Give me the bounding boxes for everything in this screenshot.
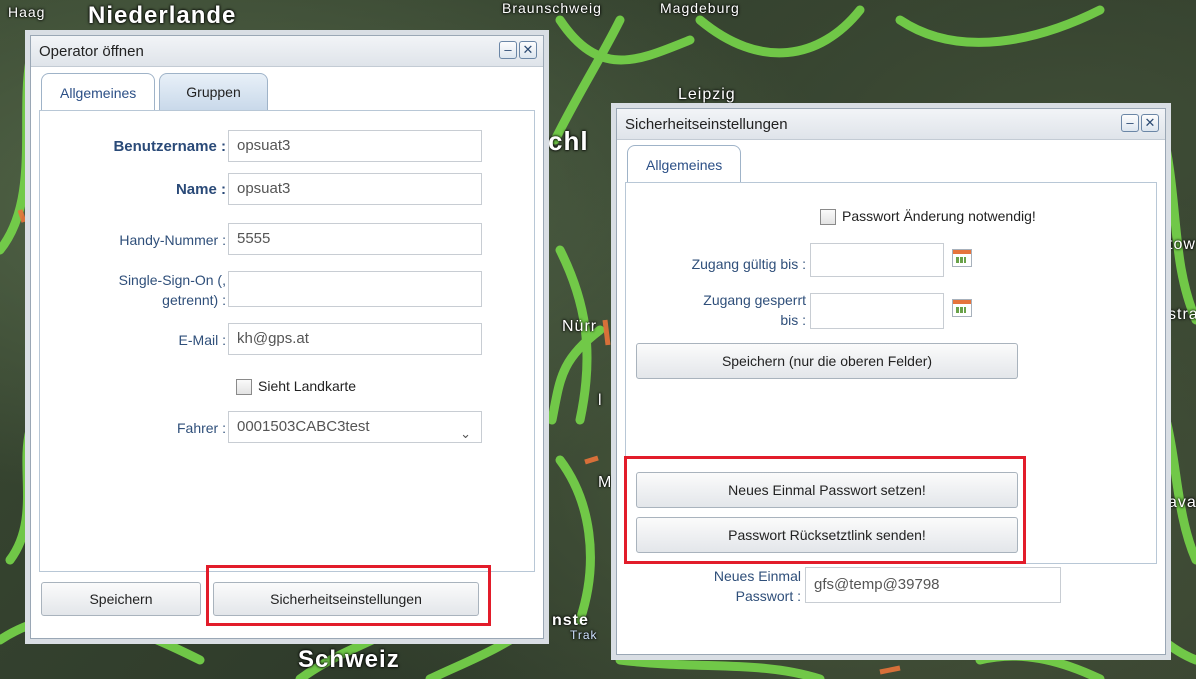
calendar-icon[interactable]	[952, 299, 972, 317]
close-icon[interactable]: ✕	[1141, 114, 1159, 132]
map-label-ch: chl	[548, 126, 589, 156]
tab-gruppen[interactable]: Gruppen	[159, 73, 268, 110]
otp-field[interactable]: gfs@temp@39798	[805, 567, 1061, 603]
chevron-down-icon: ⌄	[460, 426, 471, 441]
operator-window-title: Operator öffnen	[39, 42, 144, 60]
map-label-nurn: Nürr	[562, 318, 598, 335]
locked-until-field[interactable]	[810, 293, 944, 329]
password-change-checkbox[interactable]	[820, 209, 836, 225]
map-label-ava: ava	[1168, 494, 1196, 511]
driver-label: Fahrer :	[176, 420, 226, 436]
email-label: E-Mail :	[178, 332, 226, 348]
map-label-l: l	[598, 392, 603, 409]
minimize-icon[interactable]: –	[499, 41, 517, 59]
map-label-stra: stra	[1168, 306, 1196, 323]
close-icon[interactable]: ✕	[519, 41, 537, 59]
name-label: Name :	[175, 181, 226, 198]
calendar-icon[interactable]	[952, 249, 972, 267]
minimize-icon[interactable]: –	[1121, 114, 1139, 132]
save-top-fields-button[interactable]: Speichern (nur die oberen Felder)	[636, 343, 1018, 379]
password-change-label: Passwort Änderung notwendig!	[842, 208, 1036, 224]
sso-label-line2: getrennt) :	[162, 292, 226, 308]
map-label-tow: tow	[1168, 236, 1196, 253]
otp-label-line1: Neues Einmal	[713, 568, 801, 584]
map-label-m: M	[598, 474, 613, 491]
highlight-box-security-button	[206, 565, 491, 626]
map-checkbox-label: Sieht Landkarte	[258, 378, 357, 394]
valid-until-label: Zugang gültig bis :	[691, 256, 806, 272]
username-field[interactable]: opsuat3	[228, 130, 482, 162]
phone-field[interactable]: 5555	[228, 223, 482, 255]
otp-label-line2: Passwort :	[735, 588, 801, 604]
tab-allgemeines[interactable]: Allgemeines	[41, 73, 156, 111]
operator-tab-panel: Benutzername : opsuat3 Name : opsuat3 Ha…	[39, 110, 535, 572]
map-label-braunschweig: Braunschweig	[502, 0, 602, 16]
operator-window-titlebar[interactable]: Operator öffnen – ✕	[31, 36, 543, 67]
map-label-leipzig: Leipzig	[678, 86, 736, 103]
security-window: Sicherheitseinstellungen – ✕ Allgemeines…	[616, 108, 1166, 655]
name-field[interactable]: opsuat3	[228, 173, 482, 205]
username-label: Benutzername :	[113, 138, 226, 155]
map-label-magdeburg: Magdeburg	[660, 0, 740, 16]
save-button[interactable]: Speichern	[41, 582, 201, 616]
driver-select[interactable]: 0001503CABC3test ⌄	[228, 411, 482, 443]
sso-field[interactable]	[228, 271, 482, 307]
driver-select-value: 0001503CABC3test	[237, 418, 370, 435]
map-checkbox[interactable]	[236, 379, 252, 395]
sso-label-line1: Single-Sign-On (,	[118, 272, 226, 288]
operator-window: Operator öffnen – ✕ Allgemeines Gruppen …	[30, 35, 544, 639]
map-label-haag: Haag	[8, 4, 46, 20]
map-label-schweiz: Schweiz	[298, 646, 400, 673]
map-label-trak: Trak	[570, 628, 598, 642]
email-field[interactable]: kh@gps.at	[228, 323, 482, 355]
phone-label: Handy-Nummer :	[119, 232, 226, 248]
locked-until-label-line2: bis :	[780, 312, 806, 328]
locked-until-label-line1: Zugang gesperrt	[703, 292, 806, 308]
tab-allgemeines[interactable]: Allgemeines	[627, 145, 742, 183]
valid-until-field[interactable]	[810, 243, 944, 277]
security-window-titlebar[interactable]: Sicherheitseinstellungen – ✕	[617, 109, 1165, 140]
security-window-title: Sicherheitseinstellungen	[625, 115, 788, 133]
highlight-box-password-actions	[624, 456, 1026, 564]
map-label-niederlande: Niederlande	[88, 2, 237, 29]
